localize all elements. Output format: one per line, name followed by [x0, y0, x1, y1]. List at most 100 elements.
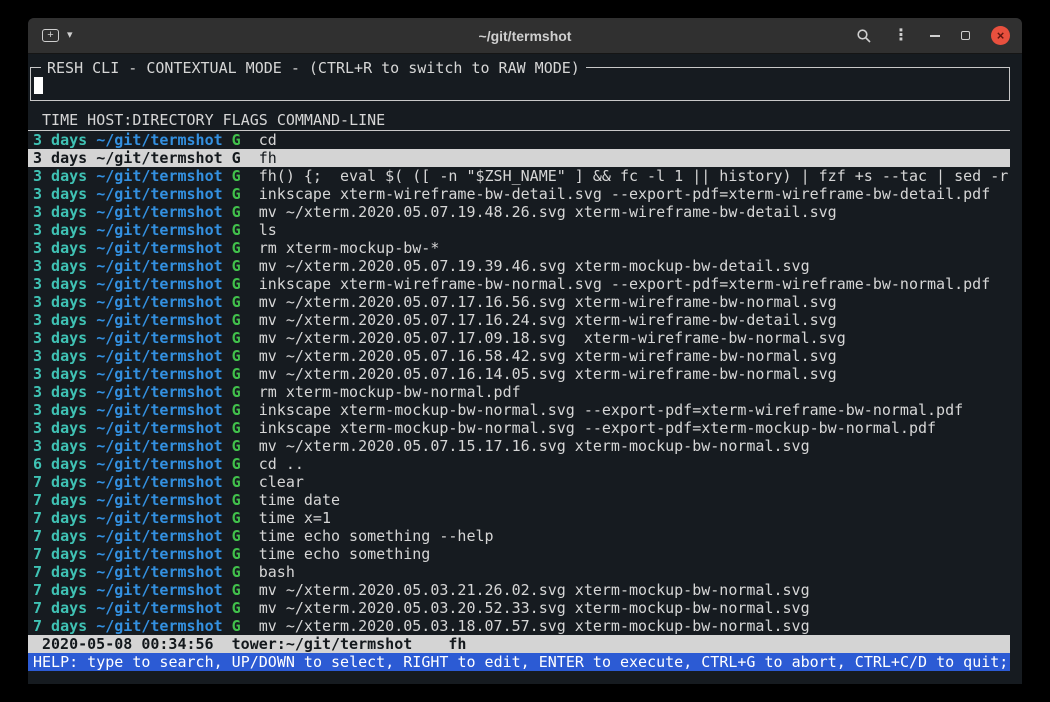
new-tab-dropdown-button[interactable]: ▾	[67, 30, 73, 41]
row-command: mv ~/xterm.2020.05.07.17.16.24.svg xterm…	[259, 311, 1010, 329]
row-time: 6 days	[33, 455, 96, 473]
history-row[interactable]: 3 days ~/git/termshot G mv ~/xterm.2020.…	[28, 311, 1010, 329]
row-host-directory: ~/git/termshot	[96, 617, 231, 635]
row-time: 3 days	[33, 149, 96, 167]
search-box[interactable]: RESH CLI - CONTEXTUAL MODE - (CTRL+R to …	[30, 67, 1010, 101]
row-time: 3 days	[33, 293, 96, 311]
history-row[interactable]: 3 days ~/git/termshot G mv ~/xterm.2020.…	[28, 347, 1010, 365]
row-flags: G	[232, 167, 259, 185]
history-row[interactable]: 3 days ~/git/termshot G mv ~/xterm.2020.…	[28, 293, 1010, 311]
text-cursor[interactable]	[34, 77, 43, 94]
row-command: cd	[259, 131, 1010, 149]
row-command: inkscape xterm-wireframe-bw-detail.svg -…	[259, 185, 1010, 203]
status-datetime: 2020-05-08 00:34:56	[42, 635, 214, 653]
row-flags: G	[232, 491, 259, 509]
row-flags: G	[232, 509, 259, 527]
row-flags: G	[232, 401, 259, 419]
row-flags: G	[232, 599, 259, 617]
history-row[interactable]: 3 days ~/git/termshot G inkscape xterm-m…	[28, 419, 1010, 437]
row-time: 7 days	[33, 563, 96, 581]
history-row[interactable]: 3 days ~/git/termshot G mv ~/xterm.2020.…	[28, 437, 1010, 455]
row-host-directory: ~/git/termshot	[96, 293, 231, 311]
history-row[interactable]: 3 days ~/git/termshot G inkscape xterm-m…	[28, 401, 1010, 419]
history-row[interactable]: 3 days ~/git/termshot G mv ~/xterm.2020.…	[28, 257, 1010, 275]
search-button[interactable]	[856, 28, 872, 44]
search-icon	[856, 28, 872, 44]
new-tab-icon: +	[42, 29, 59, 42]
row-host-directory: ~/git/termshot	[96, 563, 231, 581]
history-row[interactable]: 3 days ~/git/termshot G ls	[28, 221, 1010, 239]
row-command: mv ~/xterm.2020.05.03.18.07.57.svg xterm…	[259, 617, 1010, 635]
history-row[interactable]: 3 days ~/git/termshot G mv ~/xterm.2020.…	[28, 329, 1010, 347]
row-time: 3 days	[33, 185, 96, 203]
row-time: 3 days	[33, 275, 96, 293]
row-command: mv ~/xterm.2020.05.07.19.39.46.svg xterm…	[259, 257, 1010, 275]
row-command: mv ~/xterm.2020.05.03.21.26.02.svg xterm…	[259, 581, 1010, 599]
row-command: fh	[259, 149, 1010, 167]
terminal-content: RESH CLI - CONTEXTUAL MODE - (CTRL+R to …	[28, 67, 1022, 684]
row-host-directory: ~/git/termshot	[96, 545, 231, 563]
row-command: clear	[259, 473, 1010, 491]
history-row[interactable]: 7 days ~/git/termshot G time echo someth…	[28, 527, 1010, 545]
row-host-directory: ~/git/termshot	[96, 437, 231, 455]
row-host-directory: ~/git/termshot	[96, 221, 231, 239]
row-time: 3 days	[33, 401, 96, 419]
history-row[interactable]: 3 days ~/git/termshot G rm xterm-mockup-…	[28, 239, 1010, 257]
close-button[interactable]: ×	[991, 26, 1010, 45]
history-row[interactable]: 7 days ~/git/termshot G mv ~/xterm.2020.…	[28, 617, 1010, 635]
row-flags: G	[232, 617, 259, 635]
kebab-menu-icon: ⋮	[893, 28, 909, 44]
close-icon: ×	[991, 26, 1010, 45]
row-host-directory: ~/git/termshot	[96, 275, 231, 293]
row-flags: G	[232, 365, 259, 383]
row-command: rm xterm-mockup-bw-normal.pdf	[259, 383, 1010, 401]
restore-button[interactable]	[961, 31, 970, 40]
history-row[interactable]: 3 days ~/git/termshot G fh() {; eval $( …	[28, 167, 1010, 185]
row-host-directory: ~/git/termshot	[96, 383, 231, 401]
row-command: bash	[259, 563, 1010, 581]
history-row[interactable]: 7 days ~/git/termshot G clear	[28, 473, 1010, 491]
row-time: 7 days	[33, 527, 96, 545]
row-time: 7 days	[33, 617, 96, 635]
new-tab-button[interactable]: +	[42, 29, 59, 42]
history-row[interactable]: 3 days ~/git/termshot G inkscape xterm-w…	[28, 275, 1010, 293]
row-flags: G	[232, 257, 259, 275]
row-command: ls	[259, 221, 1010, 239]
minimize-icon	[930, 35, 940, 37]
history-row[interactable]: 6 days ~/git/termshot G cd ..	[28, 455, 1010, 473]
row-flags: G	[232, 383, 259, 401]
minimize-button[interactable]	[930, 35, 940, 37]
window-title: ~/git/termshot	[479, 28, 572, 44]
row-command: time echo something	[259, 545, 1010, 563]
row-host-directory: ~/git/termshot	[96, 203, 231, 221]
row-flags: G	[232, 419, 259, 437]
history-row[interactable]: 7 days ~/git/termshot G mv ~/xterm.2020.…	[28, 599, 1010, 617]
row-command: time x=1	[259, 509, 1010, 527]
history-row[interactable]: 7 days ~/git/termshot G time echo someth…	[28, 545, 1010, 563]
history-row[interactable]: 3 days ~/git/termshot G rm xterm-mockup-…	[28, 383, 1010, 401]
titlebar[interactable]: + ▾ ~/git/termshot ⋮	[28, 18, 1022, 54]
row-time: 7 days	[33, 545, 96, 563]
row-host-directory: ~/git/termshot	[96, 455, 231, 473]
history-row[interactable]: 7 days ~/git/termshot G mv ~/xterm.2020.…	[28, 581, 1010, 599]
history-row[interactable]: 3 days ~/git/termshot G mv ~/xterm.2020.…	[28, 365, 1010, 383]
terminal-window: + ▾ ~/git/termshot ⋮	[28, 18, 1022, 684]
row-time: 3 days	[33, 419, 96, 437]
row-time: 7 days	[33, 473, 96, 491]
row-time: 3 days	[33, 257, 96, 275]
row-time: 3 days	[33, 311, 96, 329]
row-host-directory: ~/git/termshot	[96, 257, 231, 275]
search-box-title: RESH CLI - CONTEXTUAL MODE - (CTRL+R to …	[41, 59, 586, 77]
menu-button[interactable]: ⋮	[893, 28, 909, 44]
row-host-directory: ~/git/termshot	[96, 581, 231, 599]
history-row[interactable]: 7 days ~/git/termshot G time x=1	[28, 509, 1010, 527]
row-command: rm xterm-mockup-bw-*	[259, 239, 1010, 257]
history-row[interactable]: 3 days ~/git/termshot G fh	[28, 149, 1010, 167]
row-host-directory: ~/git/termshot	[96, 419, 231, 437]
history-row[interactable]: 3 days ~/git/termshot G cd	[28, 131, 1010, 149]
row-host-directory: ~/git/termshot	[96, 239, 231, 257]
history-row[interactable]: 7 days ~/git/termshot G bash	[28, 563, 1010, 581]
history-row[interactable]: 3 days ~/git/termshot G inkscape xterm-w…	[28, 185, 1010, 203]
history-row[interactable]: 3 days ~/git/termshot G mv ~/xterm.2020.…	[28, 203, 1010, 221]
history-row[interactable]: 7 days ~/git/termshot G time date	[28, 491, 1010, 509]
